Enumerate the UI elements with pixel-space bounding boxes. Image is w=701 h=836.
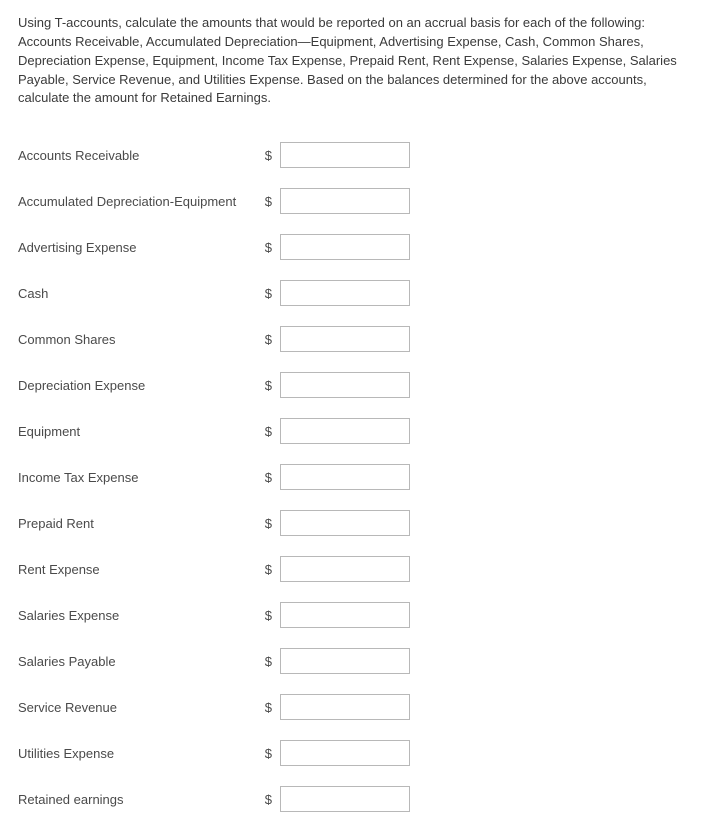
- account-label: Rent Expense: [18, 546, 258, 592]
- amount-cell: [280, 638, 410, 684]
- amount-cell: [280, 132, 410, 178]
- amount-cell: [280, 362, 410, 408]
- currency-symbol: $: [258, 684, 280, 730]
- amount-cell: [280, 546, 410, 592]
- account-label: Common Shares: [18, 316, 258, 362]
- account-row: Retained earnings$: [18, 776, 410, 822]
- account-row: Salaries Expense$: [18, 592, 410, 638]
- amount-input[interactable]: [280, 556, 410, 582]
- account-row: Advertising Expense$: [18, 224, 410, 270]
- account-label: Prepaid Rent: [18, 500, 258, 546]
- amount-cell: [280, 224, 410, 270]
- amount-input[interactable]: [280, 648, 410, 674]
- account-row: Prepaid Rent$: [18, 500, 410, 546]
- amount-cell: [280, 592, 410, 638]
- account-row: Common Shares$: [18, 316, 410, 362]
- amount-input[interactable]: [280, 464, 410, 490]
- currency-symbol: $: [258, 270, 280, 316]
- amount-input[interactable]: [280, 234, 410, 260]
- amount-input[interactable]: [280, 602, 410, 628]
- account-label: Service Revenue: [18, 684, 258, 730]
- amount-input[interactable]: [280, 786, 410, 812]
- account-label: Accounts Receivable: [18, 132, 258, 178]
- account-label: Equipment: [18, 408, 258, 454]
- account-row: Rent Expense$: [18, 546, 410, 592]
- account-row: Depreciation Expense$: [18, 362, 410, 408]
- currency-symbol: $: [258, 362, 280, 408]
- account-label: Utilities Expense: [18, 730, 258, 776]
- amount-cell: [280, 776, 410, 822]
- amount-input[interactable]: [280, 280, 410, 306]
- amount-input[interactable]: [280, 694, 410, 720]
- currency-symbol: $: [258, 500, 280, 546]
- instructions-text: Using T-accounts, calculate the amounts …: [18, 14, 683, 108]
- amount-cell: [280, 408, 410, 454]
- amount-cell: [280, 270, 410, 316]
- currency-symbol: $: [258, 408, 280, 454]
- amount-input[interactable]: [280, 418, 410, 444]
- account-row: Service Revenue$: [18, 684, 410, 730]
- account-label: Retained earnings: [18, 776, 258, 822]
- currency-symbol: $: [258, 132, 280, 178]
- account-label: Income Tax Expense: [18, 454, 258, 500]
- account-row: Utilities Expense$: [18, 730, 410, 776]
- currency-symbol: $: [258, 546, 280, 592]
- account-row: Equipment$: [18, 408, 410, 454]
- account-row: Accumulated Depreciation-Equipment$: [18, 178, 410, 224]
- currency-symbol: $: [258, 638, 280, 684]
- account-row: Cash$: [18, 270, 410, 316]
- amount-cell: [280, 684, 410, 730]
- amount-cell: [280, 178, 410, 224]
- account-label: Advertising Expense: [18, 224, 258, 270]
- amount-input[interactable]: [280, 510, 410, 536]
- account-label: Depreciation Expense: [18, 362, 258, 408]
- currency-symbol: $: [258, 178, 280, 224]
- account-row: Income Tax Expense$: [18, 454, 410, 500]
- account-row: Salaries Payable$: [18, 638, 410, 684]
- account-label: Salaries Expense: [18, 592, 258, 638]
- currency-symbol: $: [258, 730, 280, 776]
- currency-symbol: $: [258, 592, 280, 638]
- currency-symbol: $: [258, 316, 280, 362]
- account-label: Accumulated Depreciation-Equipment: [18, 178, 258, 224]
- currency-symbol: $: [258, 454, 280, 500]
- accounts-form-table: Accounts Receivable$Accumulated Deprecia…: [18, 132, 410, 822]
- amount-input[interactable]: [280, 326, 410, 352]
- amount-input[interactable]: [280, 740, 410, 766]
- amount-input[interactable]: [280, 142, 410, 168]
- account-label: Salaries Payable: [18, 638, 258, 684]
- currency-symbol: $: [258, 776, 280, 822]
- amount-cell: [280, 500, 410, 546]
- amount-cell: [280, 730, 410, 776]
- currency-symbol: $: [258, 224, 280, 270]
- account-row: Accounts Receivable$: [18, 132, 410, 178]
- amount-input[interactable]: [280, 188, 410, 214]
- amount-cell: [280, 454, 410, 500]
- amount-input[interactable]: [280, 372, 410, 398]
- account-label: Cash: [18, 270, 258, 316]
- amount-cell: [280, 316, 410, 362]
